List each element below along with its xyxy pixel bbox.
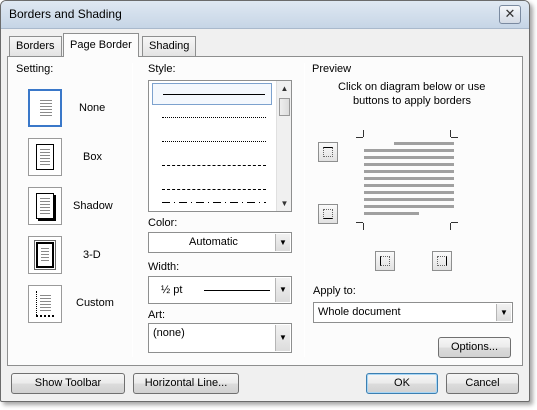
setting-heading: Setting: [16,63,54,75]
setting-box-icon[interactable] [28,138,62,176]
style-option-dashed-short[interactable] [152,155,272,177]
window-title: Borders and Shading [9,7,122,21]
tab-page-border-label: Page Border [70,39,132,51]
style-option-solid[interactable] [152,83,272,105]
style-heading: Style: [148,63,176,75]
chevron-down-icon[interactable]: ▼ [275,234,290,251]
options-button[interactable]: Options... [438,337,511,358]
style-option-dotted[interactable] [152,131,272,153]
horizontal-line-button[interactable]: Horizontal Line... [133,373,239,394]
setting-none-icon[interactable] [28,89,62,127]
setting-none-label[interactable]: None [79,102,105,114]
tab-borders-label: Borders [16,40,55,52]
setting-box-label[interactable]: Box [83,151,102,163]
left-border-icon [380,256,390,266]
style-option-dashed[interactable] [152,179,272,201]
tab-shading-label: Shading [149,40,190,52]
right-border-button[interactable] [432,251,452,271]
style-option-dotted-fine[interactable] [152,107,272,129]
scroll-down-icon[interactable]: ▼ [277,196,292,211]
width-sample-line [204,290,270,291]
preview-instructions: buttons to apply borders [353,95,472,107]
tab-borders[interactable]: Borders [9,36,62,56]
color-heading: Color: [148,217,178,229]
style-scrollbar[interactable]: ▲ ▼ [276,81,291,211]
style-option-dash-dot[interactable] [152,200,272,212]
setting-custom-label[interactable]: Custom [76,297,114,309]
tab-shading[interactable]: Shading [142,36,197,56]
color-value: Automatic [189,236,238,248]
width-dropdown[interactable]: ½ pt ▼ [148,276,292,304]
preview-diagram[interactable] [356,130,458,230]
divider [304,63,305,357]
title-bar[interactable]: Borders and Shading ✕ [1,1,529,29]
preview-heading: Preview [312,63,352,75]
width-value: ½ pt [161,284,183,296]
apply-to-heading: Apply to: [313,285,356,297]
art-heading: Art: [148,309,166,321]
bottom-border-icon [323,209,333,219]
setting-shadow-label[interactable]: Shadow [73,200,113,212]
top-border-button[interactable] [318,142,338,162]
top-border-icon [323,147,333,157]
scroll-thumb[interactable] [279,98,290,116]
art-value: (none) [153,327,185,339]
right-border-icon [437,256,447,266]
apply-to-dropdown[interactable]: Whole document ▼ [313,302,513,323]
show-toolbar-button[interactable]: Show Toolbar [11,373,125,394]
divider [132,63,133,357]
chevron-down-icon[interactable]: ▼ [496,304,511,321]
preview-page-lines [364,142,454,218]
tab-page-border[interactable]: Page Border [63,33,139,57]
page-border-panel: Setting: None Box Shadow 3-D Custom Styl… [7,56,523,366]
chevron-down-icon[interactable]: ▼ [275,278,290,302]
width-heading: Width: [148,261,180,273]
art-dropdown[interactable]: (none) ▼ [148,323,292,353]
chevron-down-icon[interactable]: ▼ [275,325,290,351]
close-icon: ✕ [504,6,516,21]
close-button[interactable]: ✕ [499,5,521,24]
color-dropdown[interactable]: Automatic ▼ [148,232,292,253]
setting-3d-label[interactable]: 3-D [83,249,101,261]
cancel-button[interactable]: Cancel [446,373,519,394]
scroll-up-icon[interactable]: ▲ [277,81,292,96]
left-border-button[interactable] [375,251,395,271]
preview-instructions: Click on diagram below or use [338,81,486,93]
dialog-window: Borders and Shading ✕ Borders Page Borde… [0,0,530,402]
setting-3d-icon[interactable] [28,236,62,274]
apply-to-value: Whole document [318,306,401,318]
setting-shadow-icon[interactable] [28,187,62,225]
style-listbox[interactable]: ▲ ▼ [148,80,292,212]
bottom-border-button[interactable] [318,204,338,224]
setting-custom-icon[interactable] [28,285,62,323]
ok-button[interactable]: OK [366,373,438,394]
